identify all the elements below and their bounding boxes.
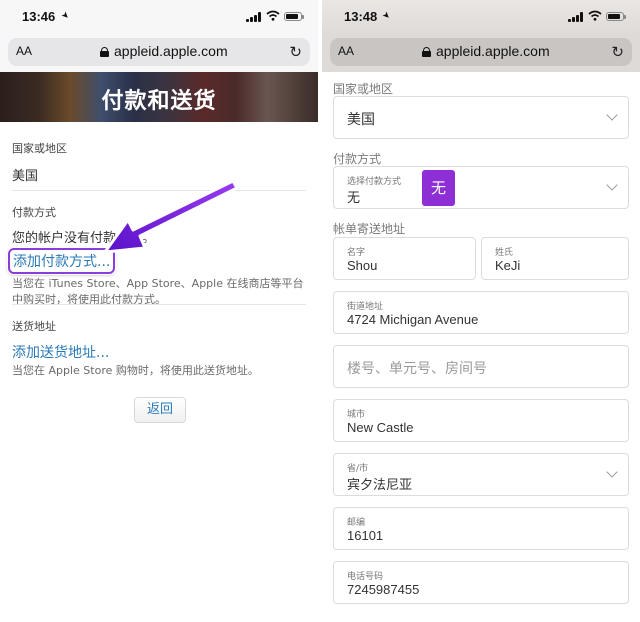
reload-icon[interactable]: ↻ [289, 43, 302, 61]
street-address-label: 街道地址 [347, 302, 384, 312]
state-label: 省/市 [347, 464, 369, 474]
city-label: 城市 [347, 410, 366, 420]
status-bar: 13:48 ➤ [322, 0, 640, 36]
wifi-icon [266, 10, 280, 21]
phone-number-label: 电话号码 [347, 572, 384, 582]
page-title: 付款和送货 [101, 89, 217, 114]
street-address-value: 4724 Michigan Avenue [347, 312, 479, 327]
last-name-field[interactable]: 姓氏 KeJi [481, 237, 629, 280]
billing-section-label: 帐单寄送地址 [333, 222, 406, 236]
city-field[interactable]: 城市 New Castle [333, 399, 629, 442]
status-time: 13:46 [22, 9, 56, 24]
status-bar: 13:46 ➤ [0, 0, 318, 36]
apartment-placeholder: 楼号、单元号、房间号 [347, 361, 487, 377]
address-bar[interactable]: AA appleid.apple.com ↻ [8, 38, 310, 66]
state-value: 宾夕法尼亚 [347, 477, 413, 492]
zip-code-value: 16101 [347, 528, 384, 543]
battery-icon [284, 12, 304, 21]
apartment-field[interactable]: 楼号、单元号、房间号 [333, 345, 629, 388]
text-size-button[interactable]: AA [338, 44, 354, 58]
no-payment-message: 您的帐户没有付款方式。 [12, 231, 156, 246]
browser-toolbar: AA appleid.apple.com ↻ [0, 36, 318, 72]
text-size-button[interactable]: AA [16, 44, 32, 58]
wifi-icon [588, 10, 602, 21]
page-banner: 付款和送货 [0, 72, 318, 122]
shipping-section: 送货地址 添加送货地址... 当您在 Apple Store 购物时，将使用此送… [12, 318, 306, 379]
first-name-field[interactable]: 名字 Shou [333, 237, 476, 280]
highlight-badge: 无 [422, 170, 455, 206]
status-time: 13:48 [344, 9, 378, 24]
shipping-note: 当您在 Apple Store 购物时，将使用此送货地址。 [12, 364, 259, 377]
state-select[interactable]: 省/市 宾夕法尼亚 [333, 453, 629, 496]
payment-method-label: 选择付款方式 [347, 177, 402, 187]
chevron-down-icon [606, 179, 618, 191]
divider [12, 304, 306, 305]
payment-section: 付款方式 您的帐户没有付款方式。 添加付款方式... 当您在 iTunes St… [8, 204, 306, 308]
first-name-value: Shou [347, 258, 378, 273]
phone-number-field[interactable]: 电话号码 7245987455 [333, 561, 629, 604]
chevron-down-icon [606, 109, 618, 121]
right-screenshot-panel: 13:48 ➤ AA appleid.apple.com ↻ 国家或地区 美国 … [322, 0, 640, 622]
country-section: 国家或地区 美国 [12, 140, 306, 184]
street-address-field[interactable]: 街道地址 4724 Michigan Avenue [333, 291, 629, 334]
location-arrow-icon: ➤ [379, 9, 392, 23]
url-text[interactable]: appleid.apple.com [436, 43, 550, 59]
last-name-label: 姓氏 [495, 248, 514, 258]
address-bar[interactable]: AA appleid.apple.com ↻ [330, 38, 632, 66]
lock-icon [422, 47, 431, 57]
country-label: 国家或地区 [12, 142, 67, 155]
url-text[interactable]: appleid.apple.com [114, 43, 228, 59]
country-section-label: 国家或地区 [333, 82, 394, 96]
country-select[interactable]: 美国 [333, 96, 629, 139]
last-name-value: KeJi [495, 258, 521, 273]
reload-icon[interactable]: ↻ [611, 43, 624, 61]
location-arrow-icon: ➤ [58, 9, 71, 23]
cellular-signal-icon [246, 12, 262, 22]
shipping-label: 送货地址 [12, 320, 56, 333]
payment-section-label: 付款方式 [333, 152, 382, 166]
left-screenshot-panel: 13:46 ➤ AA appleid.apple.com ↻ 付款和送货 国家或… [0, 0, 318, 622]
add-payment-method-link[interactable]: 添加付款方式... [8, 248, 116, 274]
first-name-label: 名字 [347, 248, 366, 258]
add-shipping-address-link[interactable]: 添加送货地址... [12, 342, 306, 362]
zip-code-field[interactable]: 邮编 16101 [333, 507, 629, 550]
city-value: New Castle [347, 420, 414, 435]
cellular-signal-icon [568, 12, 584, 22]
chevron-down-icon [606, 466, 618, 478]
back-button[interactable]: 返回 [134, 397, 186, 423]
battery-icon [606, 12, 626, 21]
payment-method-value: 无 [347, 190, 361, 205]
lock-icon [100, 47, 109, 57]
browser-toolbar: AA appleid.apple.com ↻ [322, 36, 640, 72]
country-value: 美国 [347, 111, 375, 127]
payment-label: 付款方式 [12, 206, 56, 219]
country-value: 美国 [12, 169, 39, 184]
divider [12, 190, 306, 191]
payment-method-select[interactable]: 选择付款方式 无 无 [333, 166, 629, 209]
phone-number-value: 7245987455 [347, 582, 420, 597]
zip-code-label: 邮编 [347, 518, 366, 528]
